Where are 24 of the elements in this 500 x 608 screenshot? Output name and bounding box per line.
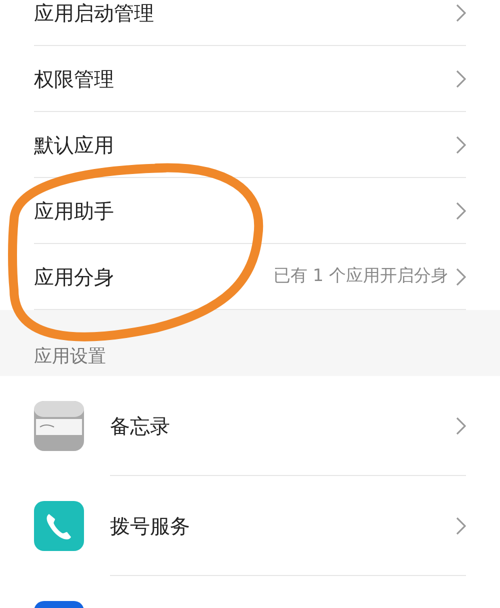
chevron-icon xyxy=(456,202,466,220)
chevron-icon xyxy=(456,136,466,154)
menu-item[interactable]: 权限管理 xyxy=(34,46,466,112)
menu-label: 权限管理 xyxy=(34,66,115,92)
app-item[interactable]: 拨号服务 xyxy=(110,476,466,576)
chevron-icon xyxy=(456,4,466,22)
menu-label: 应用助手 xyxy=(34,198,115,224)
menu-item[interactable]: 应用助手 xyxy=(34,178,466,244)
menu-label: 应用启动管理 xyxy=(34,0,155,26)
notepad-icon xyxy=(34,401,84,451)
menu-label: 默认应用 xyxy=(34,132,115,158)
menu-item[interactable]: 应用启动管理 xyxy=(34,0,466,46)
menu-item[interactable]: 默认应用 xyxy=(34,112,466,178)
app-name: 拨号服务 xyxy=(110,512,191,540)
section-header: 应用设置 xyxy=(34,345,106,369)
app-item[interactable]: 备忘录 xyxy=(110,376,466,476)
menu-label: 应用分身 xyxy=(34,264,115,290)
phone-icon xyxy=(34,501,84,551)
chevron-icon xyxy=(456,268,466,286)
chevron-icon xyxy=(456,516,466,534)
chevron-icon xyxy=(456,416,466,434)
app-name: 备忘录 xyxy=(110,412,171,440)
menu-value: 已有 1 个应用开启分身 xyxy=(273,264,448,288)
chevron-icon xyxy=(456,70,466,88)
